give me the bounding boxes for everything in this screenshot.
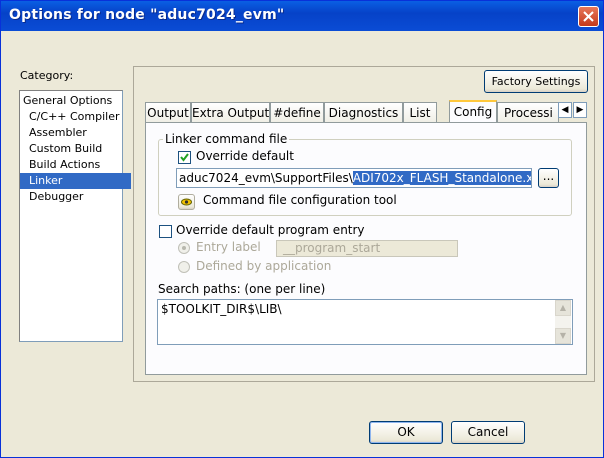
tab-scroll-left-button[interactable]: ◀	[558, 102, 572, 118]
entry-label-text: Entry label	[196, 240, 261, 254]
category-item-general-options[interactable]: General Options	[20, 93, 125, 109]
search-paths-value: $TOOLKIT_DIR$\LIB\	[161, 302, 282, 316]
eye-icon	[181, 198, 192, 206]
category-list[interactable]: General Options C/C++ Compiler Assembler…	[19, 90, 131, 342]
entry-label-input[interactable]: __program_start	[276, 240, 458, 257]
cancel-button[interactable]: Cancel	[451, 421, 525, 444]
title-bar[interactable]: Options for node "aduc7024_evm"	[1, 1, 603, 31]
category-item-debugger[interactable]: Debugger	[20, 189, 131, 205]
override-program-entry-label: Override default program entry	[176, 223, 365, 237]
override-program-entry-checkbox[interactable]	[159, 225, 172, 238]
close-button[interactable]	[578, 6, 599, 27]
tab-define[interactable]: #define	[270, 102, 324, 122]
override-default-checkbox[interactable]	[178, 151, 191, 164]
config-tool-button[interactable]	[178, 194, 195, 210]
search-paths-scrollbar[interactable]: ▲ ▼	[555, 300, 571, 344]
arrow-left-icon: ◀	[561, 105, 569, 115]
radio-dot-icon	[182, 246, 186, 250]
tab-output[interactable]: Output	[145, 102, 191, 122]
window-title: Options for node "aduc7024_evm"	[9, 7, 285, 23]
defined-by-app-label: Defined by application	[196, 259, 332, 273]
category-item-assembler[interactable]: Assembler	[20, 125, 131, 141]
category-item-build-actions[interactable]: Build Actions	[20, 157, 131, 173]
config-tool-label: Command file configuration tool	[203, 193, 397, 207]
defined-by-app-radio[interactable]	[178, 261, 190, 273]
category-item-custom-build[interactable]: Custom Build	[20, 141, 131, 157]
search-paths-label: Search paths: (one per line)	[158, 282, 326, 296]
tab-diagnostics[interactable]: Diagnostics	[324, 102, 403, 122]
options-dialog: Options for node "aduc7024_evm" Category…	[0, 0, 604, 458]
arrow-down-icon: ▼	[559, 331, 567, 340]
tab-list[interactable]: List	[403, 102, 437, 122]
arrow-up-icon: ▲	[559, 303, 567, 312]
category-item-c-cpp-compiler[interactable]: C/C++ Compiler	[20, 109, 131, 125]
linker-path-selected-text: ADI702x_FLASH_Standalone.xcl	[352, 171, 531, 185]
tab-config[interactable]: Config	[449, 100, 497, 123]
factory-settings-button[interactable]: Factory Settings	[484, 70, 588, 93]
tab-processing[interactable]: Processi	[497, 102, 559, 122]
entry-label-radio[interactable]	[178, 242, 190, 254]
category-item-linker[interactable]: Linker	[20, 173, 131, 189]
linker-path-text: aduc7024_evm\SupportFiles\	[179, 171, 353, 185]
scroll-up-button[interactable]: ▲	[555, 300, 571, 316]
ok-button[interactable]: OK	[369, 421, 443, 444]
tab-scroll-right-button[interactable]: ▶	[573, 102, 587, 118]
tab-extra-output[interactable]: Extra Output	[191, 102, 270, 122]
override-default-label: Override default	[196, 149, 294, 163]
linker-command-file-title: Linker command file	[163, 132, 290, 146]
arrow-right-icon: ▶	[576, 105, 584, 115]
search-paths-textarea[interactable]: $TOOLKIT_DIR$\LIB\ ▲ ▼	[157, 299, 573, 345]
scroll-down-button[interactable]: ▼	[555, 328, 571, 344]
close-icon	[583, 11, 594, 22]
linker-command-file-input[interactable]: aduc7024_evm\SupportFiles\ADI702x_FLASH_…	[176, 168, 532, 188]
checkmark-icon	[180, 153, 189, 162]
category-label: Category:	[20, 69, 74, 82]
tab-strip: Output Extra Output #define Diagnostics …	[145, 100, 589, 123]
browse-button[interactable]: ...	[538, 168, 559, 188]
